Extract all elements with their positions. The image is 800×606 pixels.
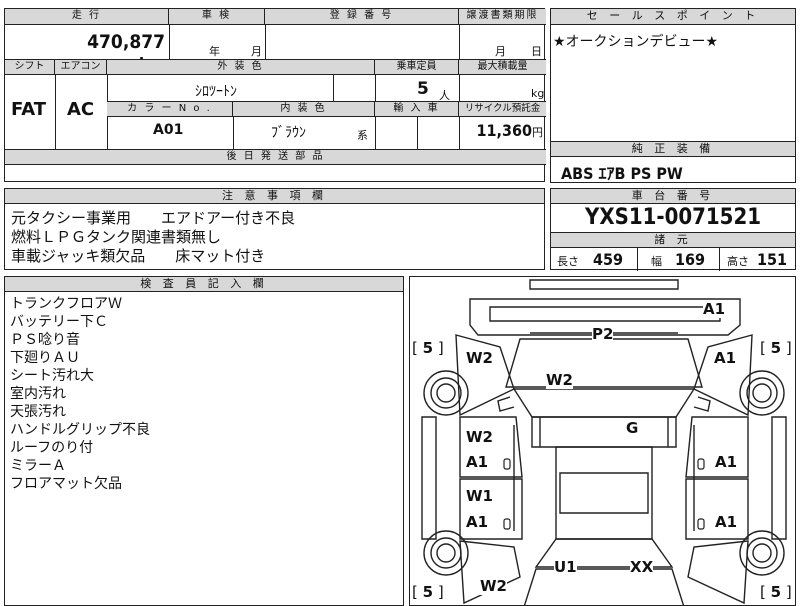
inspector-line: フロアマット欠品 bbox=[10, 476, 122, 492]
recycle-unit: 円 bbox=[532, 126, 543, 139]
ac-value: AC bbox=[67, 99, 95, 120]
tire-tread-front-right: [ 5 ] bbox=[760, 339, 792, 357]
inspector-line: 天張汚れ bbox=[10, 404, 66, 420]
notes-lines: 元タクシー事業用 エアドアー付き不良 燃料ＬＰＧタンク関連書類無し 車載ジャッキ… bbox=[11, 209, 295, 266]
damage-label-roof: G bbox=[626, 419, 639, 437]
equipment-header: 純 正 装 備 bbox=[551, 142, 795, 157]
shift-header: シフト bbox=[5, 60, 55, 75]
damage-label-right-front-door: A1 bbox=[715, 453, 738, 471]
equipment-text: ABS ｴｱB PS PW bbox=[561, 164, 683, 183]
ext-color-value: ｼﾛﾂｰﾄﾝ bbox=[195, 84, 237, 100]
damage-label-rear-left-w2: W2 bbox=[480, 577, 507, 595]
notes-header: 注 意 事 項 欄 bbox=[5, 189, 544, 204]
int-color-value: ﾌﾞﾗｳﾝ bbox=[271, 125, 306, 141]
later-parts-header: 後 日 発 送 部 品 bbox=[5, 150, 546, 165]
length-value: 459 bbox=[593, 250, 624, 269]
transfer-doc-header: 譲渡書類期限 bbox=[459, 9, 546, 25]
damage-label-left-fender: W2 bbox=[466, 349, 493, 367]
mileage-number: 470,877 bbox=[87, 31, 165, 53]
shaken-header: 車 検 bbox=[169, 9, 265, 25]
sales-point-box: セ ー ル ス ポ イ ン ト ★オークションデビュー★ bbox=[550, 8, 796, 142]
registration-header: 登 録 番 号 bbox=[265, 9, 459, 25]
chassis-number: YXS11-0071521 bbox=[584, 205, 761, 230]
damage-label-hood-front: P2 bbox=[592, 325, 614, 343]
damage-label-left-front-door-a: A1 bbox=[466, 453, 489, 471]
transfer-day-label: 日 bbox=[531, 45, 542, 58]
car-diagram-box: [ 5 ] [ 5 ] [ 5 ] [ 5 ] A1 P2 W2 W2 A1 G… bbox=[409, 276, 796, 606]
damage-label-right-fender: A1 bbox=[714, 349, 737, 367]
sales-point-header: セ ー ル ス ポ イ ン ト bbox=[551, 9, 795, 25]
damage-label-rear-u1: U1 bbox=[554, 558, 577, 576]
vehicle-info-table: 走 行 車 検 登 録 番 号 譲渡書類期限 470,877 km 年 月 月 … bbox=[4, 8, 546, 182]
int-color-suffix: 系 bbox=[357, 129, 368, 142]
tire-tread-front-left: [ 5 ] bbox=[412, 339, 444, 357]
color-no-header: カ ラ ー N o . bbox=[107, 102, 233, 117]
notes-line: 車載ジャッキ類欠品 床マット付き bbox=[11, 247, 266, 265]
specs-header: 諸 元 bbox=[551, 233, 795, 248]
ext-color-header: 外 装 色 bbox=[107, 60, 375, 75]
inspector-box: 検 査 員 記 入 欄 トランクフロアＷ バッテリー下Ｃ ＰＳ唸り音 下廻りＡＵ… bbox=[4, 276, 404, 606]
import-header: 輸 入 車 bbox=[375, 102, 459, 117]
shaken-month-label: 月 bbox=[251, 45, 262, 58]
sales-point-text: ★オークションデビュー★ bbox=[553, 34, 719, 50]
damage-label-left-front-door-w: W2 bbox=[466, 428, 493, 446]
notes-line: 元タクシー事業用 エアドアー付き不良 bbox=[11, 209, 296, 227]
maxload-header: 最大積載量 bbox=[459, 60, 546, 75]
inspector-line: ミラーＡ bbox=[10, 458, 66, 474]
inspector-line: 室内汚れ bbox=[10, 386, 66, 402]
ac-header: エアコン bbox=[55, 60, 107, 75]
notes-box: 注 意 事 項 欄 元タクシー事業用 エアドアー付き不良 燃料ＬＰＧタンク関連書… bbox=[4, 188, 545, 270]
inspector-lines: トランクフロアＷ バッテリー下Ｃ ＰＳ唸り音 下廻りＡＵ シート汚れ大 室内汚れ… bbox=[10, 295, 150, 493]
height-label: 高さ bbox=[727, 255, 749, 268]
color-no-value: A01 bbox=[153, 122, 184, 138]
inspector-header: 検 査 員 記 入 欄 bbox=[5, 277, 403, 292]
int-color-header: 内 装 色 bbox=[233, 102, 375, 117]
damage-label-hood: W2 bbox=[546, 371, 573, 389]
recycle-value: 11,360円 bbox=[461, 121, 543, 140]
damage-label-left-rear-door-a: A1 bbox=[466, 513, 489, 531]
height-value: 151 bbox=[757, 250, 788, 269]
tire-tread-rear-right: [ 5 ] bbox=[760, 583, 792, 601]
recycle-header: リサイクル預託金 bbox=[459, 102, 546, 117]
equipment-box: 純 正 装 備 ABS ｴｱB PS PW bbox=[550, 141, 796, 183]
inspector-line: ルーフのり付 bbox=[10, 440, 94, 456]
notes-line: 燃料ＬＰＧタンク関連書類無し bbox=[11, 228, 222, 246]
capacity-header: 乗車定員 bbox=[375, 60, 459, 75]
inspector-line: ハンドルグリップ不良 bbox=[10, 422, 150, 438]
mileage-header: 走 行 bbox=[5, 9, 169, 25]
transfer-month-label: 月 bbox=[495, 45, 506, 58]
capacity-value: 5 bbox=[417, 79, 429, 99]
damage-label-front-bumper: A1 bbox=[703, 300, 726, 318]
inspector-line: トランクフロアＷ bbox=[10, 296, 122, 312]
inspector-line: 下廻りＡＵ bbox=[10, 350, 80, 366]
inspector-line: シート汚れ大 bbox=[10, 368, 94, 384]
maxload-unit: kg bbox=[531, 87, 545, 100]
width-label: 幅 bbox=[651, 255, 662, 268]
recycle-amount: 11,360 bbox=[476, 121, 532, 140]
chassis-header: 車 台 番 号 bbox=[551, 189, 795, 204]
inspector-line: バッテリー下Ｃ bbox=[10, 314, 108, 330]
damage-label-left-rear-door-w: W1 bbox=[466, 487, 493, 505]
width-value: 169 bbox=[675, 250, 706, 269]
damage-label-rear-xx: XX bbox=[630, 558, 654, 576]
tire-tread-rear-left: [ 5 ] bbox=[412, 583, 444, 601]
inspector-line: ＰＳ唸り音 bbox=[10, 332, 80, 348]
chassis-box: 車 台 番 号 YXS11-0071521 諸 元 長さ 459 幅 169 高… bbox=[550, 188, 796, 271]
damage-label-right-rear-door: A1 bbox=[715, 513, 738, 531]
shift-value: FAT bbox=[11, 99, 47, 120]
length-label: 長さ bbox=[557, 255, 579, 268]
shaken-year-label: 年 bbox=[209, 45, 220, 58]
